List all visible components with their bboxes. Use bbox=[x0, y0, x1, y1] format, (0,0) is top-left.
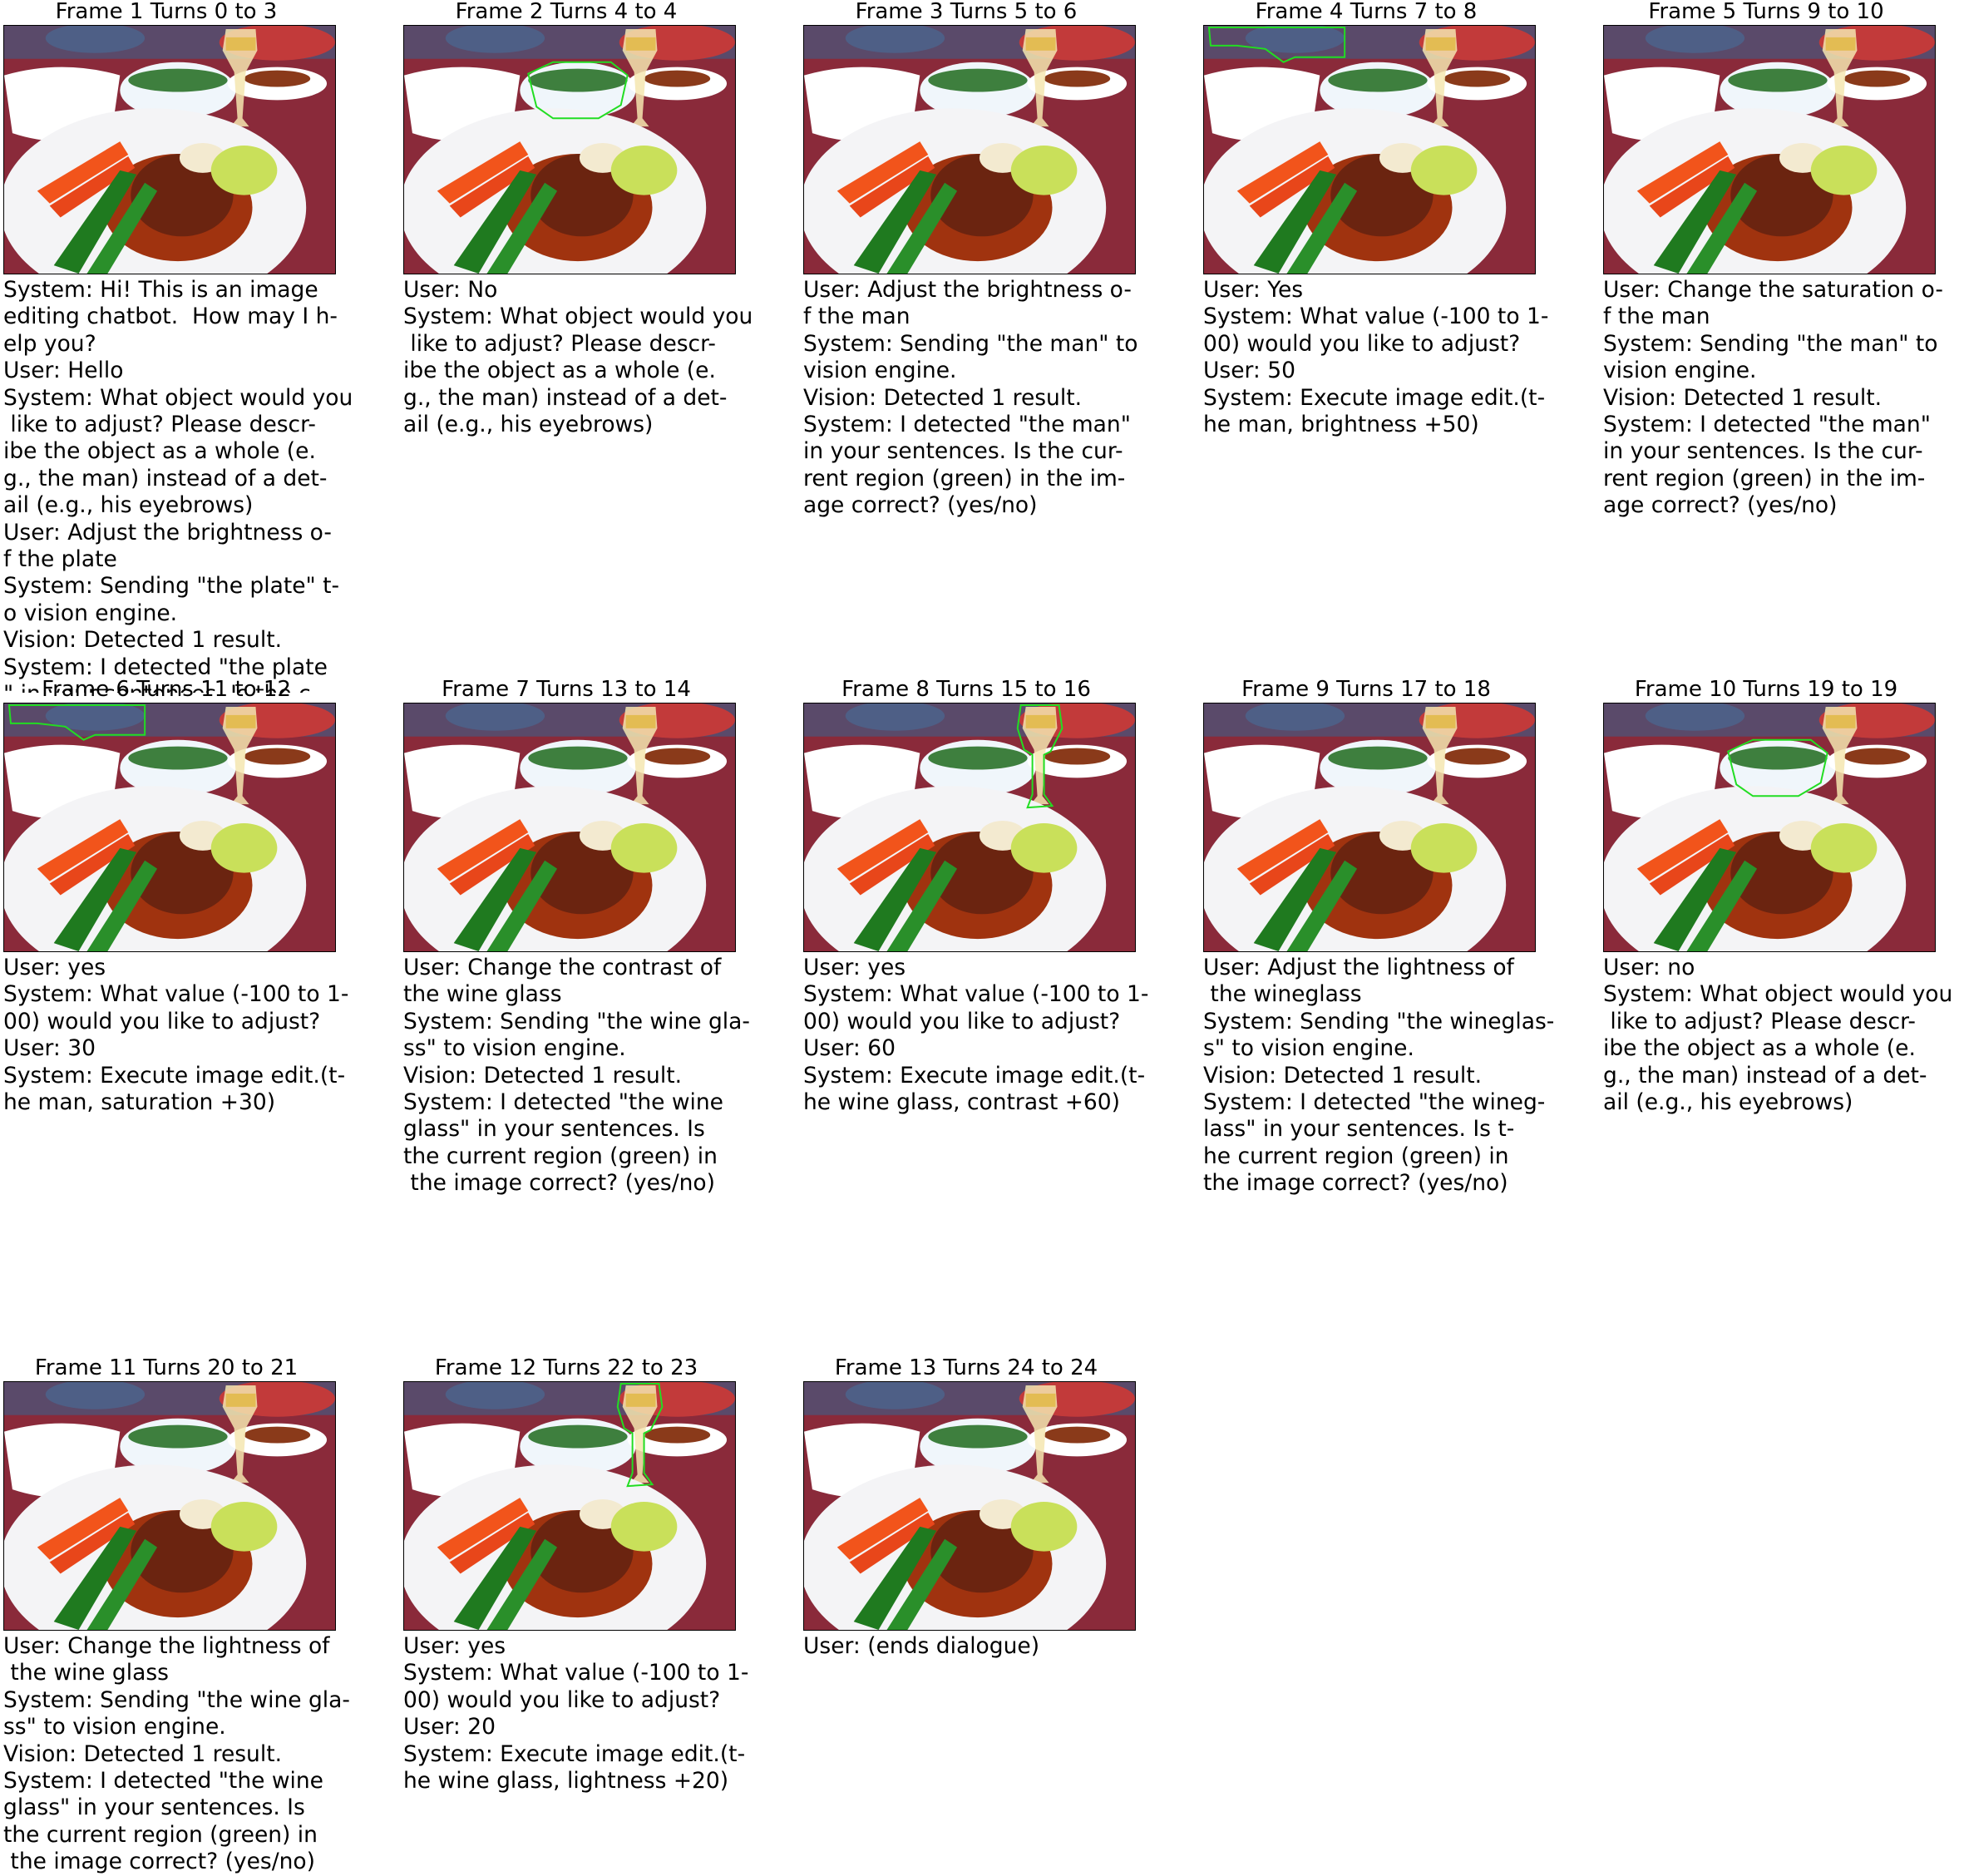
dialogue-text: User: Change the lightness of the wine g… bbox=[3, 1633, 350, 1875]
frame-image bbox=[1603, 25, 1936, 274]
frame-image bbox=[403, 703, 736, 952]
frame-image bbox=[403, 1381, 736, 1631]
dialogue-text: User: (ends dialogue) bbox=[803, 1633, 1040, 1659]
frame-title: Frame 5 Turns 9 to 10 bbox=[1648, 0, 1884, 24]
frame-image bbox=[1203, 703, 1536, 952]
dialogue-text: User: Change the saturation o- f the man… bbox=[1603, 277, 1943, 519]
frame-title: Frame 13 Turns 24 to 24 bbox=[834, 1355, 1098, 1380]
dialogue-text: User: No System: What object would you l… bbox=[403, 277, 753, 438]
frame-image bbox=[3, 25, 336, 274]
frame-image bbox=[803, 25, 1136, 274]
frame-title: Frame 10 Turns 19 to 19 bbox=[1634, 677, 1898, 702]
frame-title: Frame 4 Turns 7 to 8 bbox=[1255, 0, 1478, 24]
frame-title: Frame 3 Turns 5 to 6 bbox=[855, 0, 1078, 24]
frame-title: Frame 6 Turns 11 to 12 bbox=[42, 677, 291, 702]
dialogue-text: User: no System: What object would you l… bbox=[1603, 955, 1953, 1116]
frame-image bbox=[3, 1381, 336, 1631]
frame-title: Frame 1 Turns 0 to 3 bbox=[55, 0, 278, 24]
dialogue-text: User: Adjust the lightness of the winegl… bbox=[1203, 955, 1555, 1197]
frame-image bbox=[1203, 25, 1536, 274]
frame-title: Frame 11 Turns 20 to 21 bbox=[34, 1355, 299, 1380]
frame-image bbox=[3, 703, 336, 952]
dialogue-text: User: Adjust the brightness o- f the man… bbox=[803, 277, 1138, 519]
frame-image bbox=[1603, 703, 1936, 952]
frame-title: Frame 12 Turns 22 to 23 bbox=[434, 1355, 698, 1380]
frame-image bbox=[803, 1381, 1136, 1631]
dialogue-text: User: yes System: What value (-100 to 1-… bbox=[3, 955, 349, 1116]
dialogue-text: User: Yes System: What value (-100 to 1-… bbox=[1203, 277, 1549, 438]
dialogue-text: User: yes System: What value (-100 to 1-… bbox=[403, 1633, 749, 1795]
frame-title: Frame 8 Turns 15 to 16 bbox=[841, 677, 1091, 702]
frame-image bbox=[403, 25, 736, 274]
frame-title: Frame 2 Turns 4 to 4 bbox=[455, 0, 678, 24]
frame-title: Frame 7 Turns 13 to 14 bbox=[442, 677, 691, 702]
dialogue-text: System: Hi! This is an image editing cha… bbox=[3, 277, 353, 693]
frame-image bbox=[803, 703, 1136, 952]
dialogue-text: User: yes System: What value (-100 to 1-… bbox=[803, 955, 1149, 1116]
frame-title: Frame 9 Turns 17 to 18 bbox=[1241, 677, 1491, 702]
dialogue-text: User: Change the contrast of the wine gl… bbox=[403, 955, 750, 1197]
